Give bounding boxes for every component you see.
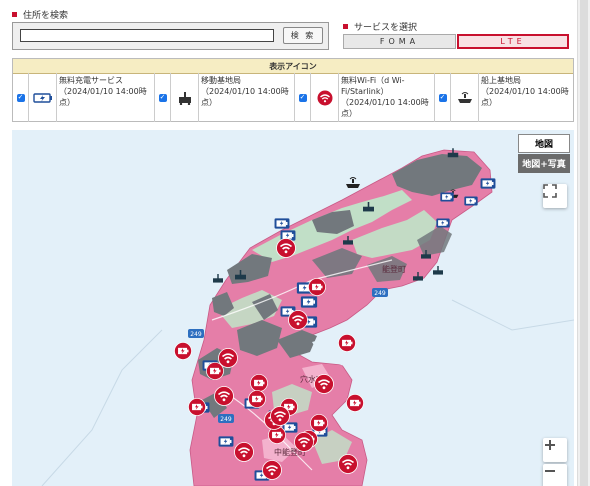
charging-battery-icon[interactable] — [206, 362, 224, 380]
ship-base-station-icon — [451, 73, 479, 122]
zoom-out-button[interactable] — [543, 464, 567, 486]
charging-battery-icon[interactable] — [338, 334, 356, 352]
minus-icon — [545, 470, 555, 472]
legend-checkbox-mobile-station[interactable]: ✓ — [155, 73, 171, 122]
charging-battery-icon[interactable] — [308, 278, 326, 296]
charging-battery-icon[interactable] — [464, 196, 478, 206]
bullet-icon — [12, 12, 17, 17]
scrollbar-thumb[interactable] — [580, 0, 588, 486]
wifi-icon[interactable] — [288, 310, 308, 330]
legend-checkbox-wifi[interactable]: ✓ — [295, 73, 311, 122]
wifi-icon[interactable] — [270, 406, 290, 426]
search-box: 検 索 — [12, 22, 329, 50]
road-label-249: 249 — [218, 414, 234, 423]
charging-battery-icon[interactable] — [480, 178, 496, 189]
legend-title: 表示アイコン — [13, 59, 573, 74]
wifi-icon[interactable] — [218, 348, 238, 368]
wifi-icon[interactable] — [234, 442, 254, 462]
wifi-icon[interactable] — [276, 238, 296, 258]
map-type-photo-button[interactable]: 地図+写真 — [518, 154, 570, 173]
mobile-base-station-icon — [171, 73, 199, 122]
service-section-label: サービスを選択 — [343, 20, 417, 33]
icon-legend-table: 表示アイコン ✓ 無料充電サービス（2024/01/10 14:00時点） ✓ … — [12, 58, 574, 122]
charging-battery-icon[interactable] — [346, 394, 364, 412]
charging-battery-icon — [29, 73, 57, 122]
charging-battery-icon[interactable] — [248, 390, 266, 408]
wifi-icon[interactable] — [262, 460, 282, 480]
charging-battery-icon[interactable] — [174, 342, 192, 360]
charging-battery-icon[interactable] — [274, 218, 290, 229]
map-type-map-button[interactable]: 地図 — [518, 134, 570, 153]
fullscreen-button[interactable] — [543, 184, 567, 208]
svg-text:249: 249 — [190, 331, 202, 338]
plus-icon — [545, 440, 555, 450]
road-label-249: 249 — [372, 288, 388, 297]
service-foma-button[interactable]: FOMA — [343, 34, 456, 49]
legend-row: ✓ 無料充電サービス（2024/01/10 14:00時点） ✓ 移動基地局（2… — [13, 73, 573, 122]
legend-label-ship: 船上基地局（2024/01/10 14:00時点） — [481, 76, 569, 107]
wifi-icon[interactable] — [338, 454, 358, 474]
bullet-icon — [343, 24, 348, 29]
service-label-text: サービスを選択 — [354, 23, 418, 33]
page-scrollbar[interactable] — [577, 0, 590, 486]
place-label-noto: 能登町 — [382, 264, 406, 274]
zoom-in-button[interactable] — [543, 438, 567, 462]
search-label-text: 住所を検索 — [23, 11, 69, 21]
svg-text:249: 249 — [220, 416, 232, 423]
charging-battery-icon[interactable] — [440, 192, 454, 202]
road-label-249: 249 — [188, 329, 204, 338]
charging-battery-icon[interactable] — [218, 436, 234, 447]
map-canvas[interactable]: 能登町 穴水町 中能登町 249 249 249 — [12, 130, 574, 486]
charging-battery-icon[interactable] — [188, 398, 206, 416]
charging-battery-icon[interactable] — [300, 296, 318, 308]
search-input[interactable] — [20, 29, 274, 42]
page-frame: 住所を検索 検 索 サービスを選択 FOMA LTE 表示アイコン ✓ 無料充電… — [0, 0, 577, 486]
wifi-icon[interactable] — [214, 386, 234, 406]
charging-battery-icon[interactable] — [250, 374, 268, 392]
fullscreen-icon — [543, 184, 557, 198]
search-section-label: 住所を検索 — [12, 8, 68, 21]
legend-label-wifi: 無料Wi-Fi（d Wi-Fi/Starlink）（2024/01/10 14:… — [341, 76, 429, 118]
wifi-icon — [311, 73, 339, 122]
legend-checkbox-charging[interactable]: ✓ — [13, 73, 29, 122]
wifi-icon[interactable] — [314, 374, 334, 394]
charging-battery-icon[interactable] — [310, 414, 328, 432]
coverage-map[interactable]: 能登町 穴水町 中能登町 249 249 249 地図 地図+写真 — [12, 130, 574, 486]
svg-text:249: 249 — [374, 290, 386, 297]
legend-label-mobile-station: 移動基地局（2024/01/10 14:00時点） — [201, 76, 289, 107]
service-lte-button[interactable]: LTE — [457, 34, 569, 49]
search-button[interactable]: 検 索 — [283, 27, 323, 44]
legend-label-charging: 無料充電サービス（2024/01/10 14:00時点） — [59, 76, 147, 107]
legend-checkbox-ship[interactable]: ✓ — [435, 73, 451, 122]
wifi-icon[interactable] — [294, 432, 314, 452]
charging-battery-icon[interactable] — [436, 218, 450, 228]
